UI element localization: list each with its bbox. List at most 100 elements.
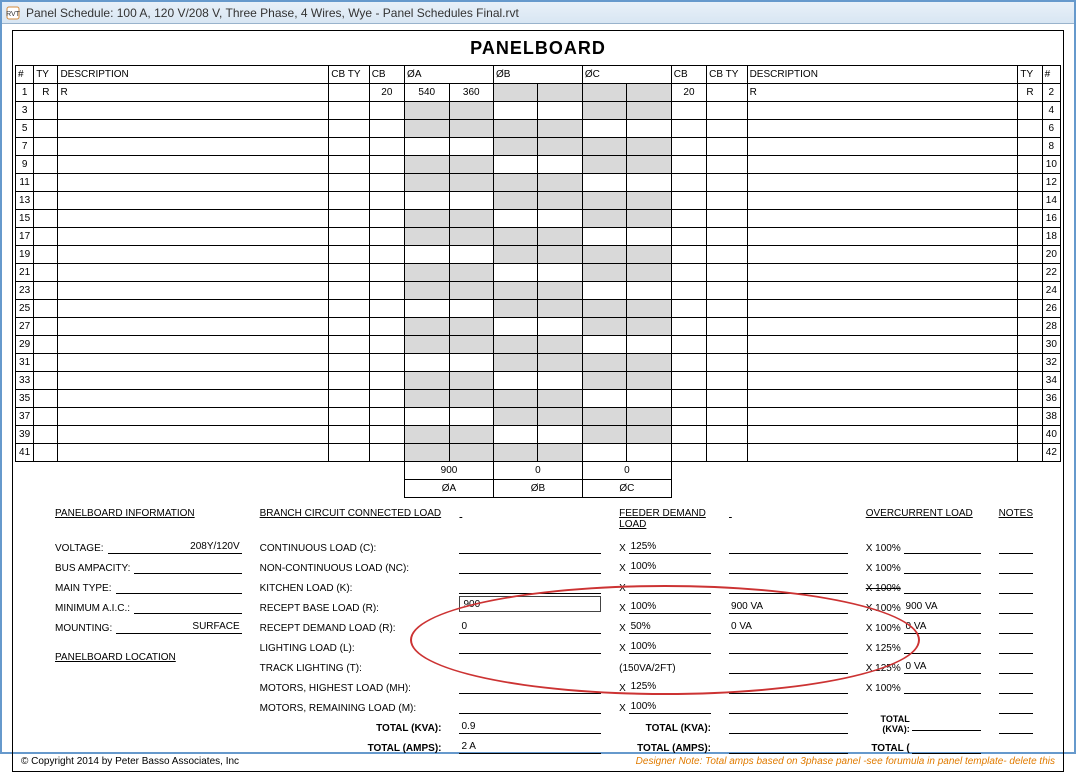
recdemand-v[interactable]: 0 — [459, 621, 601, 634]
kitchen-v[interactable] — [459, 581, 601, 594]
main-label: MAIN TYPE: — [55, 583, 116, 594]
f-125a: 125% — [629, 541, 711, 554]
circuit-row: 78 — [16, 138, 1061, 156]
circuit-row: 910 — [16, 156, 1061, 174]
f-50: 50% — [629, 621, 711, 634]
phase-label-row: ØA ØB ØC — [16, 480, 1061, 498]
f-totamp-l: TOTAL (AMPS): — [637, 743, 711, 754]
circuit-row: 1718 — [16, 228, 1061, 246]
circuit-row: 2122 — [16, 264, 1061, 282]
panel-grid: # TY DESCRIPTION CB TY CB ØA ØB ØC CB CB… — [15, 65, 1061, 498]
circuit-row: 56 — [16, 120, 1061, 138]
motorh-v[interactable] — [459, 681, 601, 694]
lower-section: PANELBOARD INFORMATION VOLTAGE:208Y/120V… — [15, 498, 1061, 754]
circuit-row: 3132 — [16, 354, 1061, 372]
o-0a[interactable]: 0 VA — [904, 621, 981, 634]
recbase-l: RECEPT BASE LOAD (R): — [260, 603, 383, 614]
track-l: TRACK LIGHTING (T): — [260, 663, 366, 674]
window-title: Panel Schedule: 100 A, 120 V/208 V, Thre… — [26, 6, 519, 20]
titlebar[interactable]: RVT Panel Schedule: 100 A, 120 V/208 V, … — [2, 2, 1074, 24]
notes-hdr: NOTES — [999, 508, 1033, 534]
page-content: PANELBOARD # TY DESCRIPTION CB TY CB ØA … — [2, 24, 1074, 776]
o-tot-l: TOTAL ( — [866, 743, 910, 754]
circuit-row: 1314 — [16, 192, 1061, 210]
voltage-label: VOLTAGE: — [55, 543, 108, 554]
hdr-desc-l: DESCRIPTION — [58, 66, 329, 84]
branch-hdr: BRANCH CIRCUIT CONNECTED LOAD — [260, 508, 442, 534]
totamp-l: TOTAL (AMPS): — [368, 743, 442, 754]
hdr-cb-r: CB — [671, 66, 706, 84]
f-125b: 125% — [629, 681, 711, 694]
f-900[interactable]: 900 VA — [729, 601, 848, 614]
panel-info-hdr: PANELBOARD INFORMATION — [55, 508, 242, 534]
f-0[interactable]: 0 VA — [729, 621, 848, 634]
over-hdr: OVERCURRENT LOAD — [866, 508, 981, 534]
feeder-pct-col: FEEDER DEMAND LOAD X 125% X 100% X X 100… — [619, 508, 711, 754]
rvt-file-icon: RVT — [6, 6, 22, 20]
hdr-oc: ØC — [582, 66, 671, 84]
f-100c: 100% — [629, 641, 711, 654]
cont-l: CONTINUOUS LOAD (C): — [260, 543, 381, 554]
f-x1: X — [619, 543, 626, 554]
bus-label: BUS AMPACITY: — [55, 563, 134, 574]
hdr-ty-l: TY — [34, 66, 58, 84]
f-totkva-l: TOTAL (KVA): — [646, 723, 711, 734]
hdr-ob: ØB — [493, 66, 582, 84]
hdr-cbty-l: CB TY — [329, 66, 369, 84]
hdr-cbty-r: CB TY — [707, 66, 747, 84]
circuit-row: 1RR2054036020RR2 — [16, 84, 1061, 102]
main-val — [116, 581, 242, 594]
noncont-l: NON-CONTINUOUS LOAD (NC): — [260, 563, 413, 574]
svg-text:RVT: RVT — [6, 11, 21, 18]
notes-col: NOTES — [999, 508, 1033, 754]
panel-info-col: PANELBOARD INFORMATION VOLTAGE:208Y/120V… — [55, 508, 242, 754]
circuit-row: 34 — [16, 102, 1061, 120]
kitchen-l: KITCHEN LOAD (K): — [260, 583, 357, 594]
circuit-row: 3334 — [16, 372, 1061, 390]
circuit-row: 4142 — [16, 444, 1061, 462]
totkva-l: TOTAL (KVA): — [376, 723, 441, 734]
panel-loc-hdr: PANELBOARD LOCATION — [55, 652, 242, 678]
f-100b: 100% — [629, 601, 711, 614]
circuit-row: 2526 — [16, 300, 1061, 318]
noncont-v[interactable] — [459, 561, 601, 574]
branch-values-col: 0 0.9 2 A — [459, 508, 601, 754]
circuit-row: 2728 — [16, 318, 1061, 336]
lbl-oa: ØA — [405, 480, 494, 498]
hdr-ty-r: TY — [1018, 66, 1042, 84]
hdr-num-l: # — [16, 66, 34, 84]
hdr-oa: ØA — [405, 66, 494, 84]
window: RVT Panel Schedule: 100 A, 120 V/208 V, … — [0, 0, 1076, 754]
lighting-v[interactable] — [459, 641, 601, 654]
lbl-oc: ØC — [582, 480, 671, 498]
total-oa: 900 — [405, 462, 494, 480]
o-900[interactable]: 900 VA — [904, 601, 981, 614]
page-title: PANELBOARD — [15, 35, 1061, 65]
mount-label: MOUNTING: — [55, 623, 116, 634]
motorr-v[interactable] — [459, 701, 601, 714]
header-row: # TY DESCRIPTION CB TY CB ØA ØB ØC CB CB… — [16, 66, 1061, 84]
branch-col: BRANCH CIRCUIT CONNECTED LOAD CONTINUOUS… — [260, 508, 442, 754]
feeder-val-col: 900 VA 0 VA — [729, 508, 848, 754]
bus-val — [134, 561, 241, 574]
circuit-row: 2930 — [16, 336, 1061, 354]
circuit-row: 3940 — [16, 426, 1061, 444]
o-100a: X 100% — [866, 543, 901, 554]
o-0b[interactable]: 0 VA — [904, 661, 981, 674]
track-note: (150VA/2FT) — [619, 663, 676, 674]
recbase-input[interactable] — [459, 596, 601, 612]
lbl-ob: ØB — [493, 480, 582, 498]
circuit-row: 3536 — [16, 390, 1061, 408]
designer-note: Designer Note: Total amps based on 3phas… — [636, 756, 1055, 767]
totals-row: 900 0 0 — [16, 462, 1061, 480]
voltage-val: 208Y/120V — [108, 541, 242, 554]
motorh-l: MOTORS, HIGHEST LOAD (MH): — [260, 683, 415, 694]
hdr-desc-r: DESCRIPTION — [747, 66, 1018, 84]
circuit-row: 3738 — [16, 408, 1061, 426]
motorr-l: MOTORS, REMAINING LOAD (M): — [260, 703, 421, 714]
circuit-row: 1112 — [16, 174, 1061, 192]
lighting-l: LIGHTING LOAD (L): — [260, 643, 359, 654]
totamp-v: 2 A — [459, 741, 601, 754]
total-oc: 0 — [582, 462, 671, 480]
cont-v[interactable] — [459, 541, 601, 554]
